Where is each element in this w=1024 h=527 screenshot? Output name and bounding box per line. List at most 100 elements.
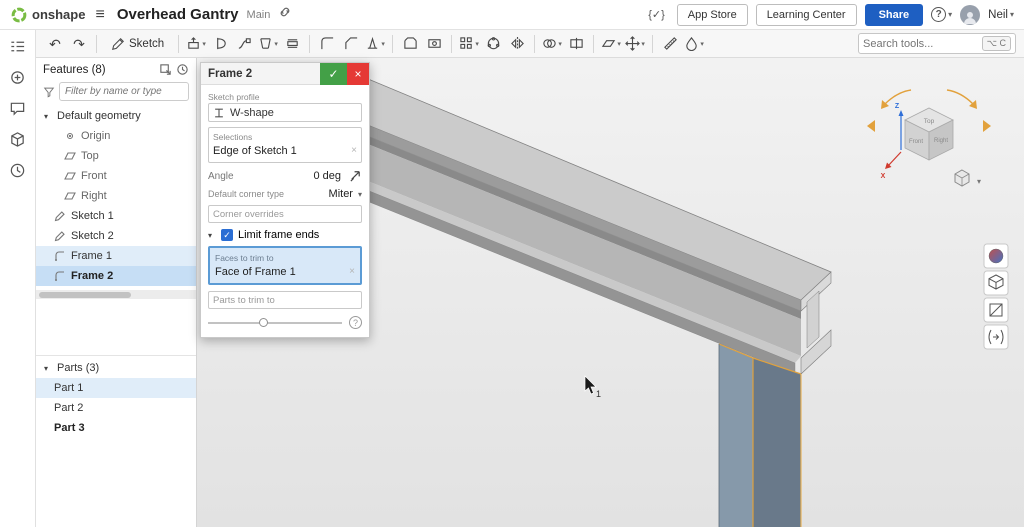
undo-button[interactable]: ↶ [44,33,66,55]
featurescript-icon[interactable]: {✓} [648,8,665,21]
hole-tool-button[interactable] [423,33,445,55]
feature-list-panel-button[interactable] [9,38,26,56]
sketch-icon [54,230,66,242]
limit-frame-ends-checkbox[interactable]: ✓ [221,229,233,241]
appearance-button[interactable] [984,244,1008,268]
main-menu-button[interactable]: ≡ [95,6,104,24]
tree-item-part-3[interactable]: Part 3 [36,418,196,438]
extrude-tool-button[interactable]: ▾ [185,33,207,55]
tree-item-part-1[interactable]: Part 1 [36,378,196,398]
draft-tool-button[interactable]: ▾ [364,33,386,55]
split-tool-button[interactable] [565,33,587,55]
appearance-sphere-icon [989,249,1003,263]
viewcube-right-label[interactable]: Right [934,138,948,144]
chevron-down-icon[interactable]: ▾ [44,112,52,121]
search-tools-input[interactable] [863,38,979,50]
selections-group[interactable]: Selections Edge of Sketch 1 × [208,127,362,163]
transform-tool-button[interactable]: ▾ [624,33,646,55]
chevron-down-icon[interactable]: ▾ [208,231,216,240]
export-cube-button[interactable] [9,131,26,149]
panel-scrollbar-track[interactable] [36,290,196,299]
thicken-tool-button[interactable] [281,33,303,55]
fillet-tool-button[interactable] [316,33,338,55]
frame-icon [54,270,66,282]
sketch-label: Sketch [129,38,164,50]
tree-item-sketch-1[interactable]: Sketch 1 [36,206,196,226]
corner-type-select[interactable]: Miter [329,188,353,200]
opposite-direction-icon[interactable] [349,169,362,183]
parts-to-trim-field[interactable]: Parts to trim to [208,291,362,309]
boolean-tool-button[interactable]: ▾ [541,33,563,55]
tree-item-sketch-2[interactable]: Sketch 2 [36,226,196,246]
corner-overrides-field[interactable]: Corner overrides [208,205,362,223]
tree-item-right-plane[interactable]: Right [36,186,196,206]
search-shortcut-badge: ⌥ C [982,36,1011,51]
faces-to-trim-group[interactable]: Faces to trim to Face of Frame 1 × [208,246,362,285]
onshape-logo[interactable]: onshape [10,6,85,24]
column-frame-2-preview[interactable] [719,344,801,527]
viewcube-top-label[interactable]: Top [924,118,935,125]
user-menu[interactable]: Neil ▾ [988,9,1014,21]
toolbar-divider [178,35,179,53]
help-menu[interactable]: ? ▾ [931,7,952,22]
revolve-tool-button[interactable] [209,33,231,55]
display-states-button[interactable] [984,271,1008,295]
toolbar-divider [652,35,653,53]
share-link-icon[interactable] [278,5,292,24]
tree-item-front-plane[interactable]: Front [36,166,196,186]
profile-field[interactable]: W-shape [208,103,362,122]
panel-options-button[interactable] [159,63,172,77]
limit-frame-ends-label: Limit frame ends [238,229,319,241]
insert-mate-button[interactable] [9,69,26,87]
clear-selection-icon[interactable]: × [349,266,355,277]
confirm-button[interactable]: ✓ [320,63,347,85]
panel-scrollbar-thumb[interactable] [39,292,131,298]
toolbar-divider [392,35,393,53]
cancel-button[interactable]: × [347,63,369,85]
rollback-history-button[interactable] [176,63,189,77]
shell-tool-button[interactable] [399,33,421,55]
tree-item-origin[interactable]: Origin [36,126,196,146]
history-button[interactable] [9,162,26,180]
dialog-header[interactable]: Frame 2 ✓ × [201,63,369,85]
learning-center-button[interactable]: Learning Center [756,4,857,26]
viewcube-front-label[interactable]: Front [909,139,923,145]
tree-item-part-2[interactable]: Part 2 [36,398,196,418]
app-store-button[interactable]: App Store [677,4,748,26]
mirror-tool-button[interactable] [506,33,528,55]
measure-tool-button[interactable] [659,33,681,55]
search-tools-box[interactable]: ⌥ C [858,33,1016,54]
preview-slider[interactable] [208,322,342,324]
share-button[interactable]: Share [865,4,924,26]
appearance-tool-button[interactable]: ▾ [683,33,705,55]
angle-value[interactable]: 0 deg [313,170,341,182]
filter-input[interactable] [59,82,189,101]
loft-tool-button[interactable]: ▾ [257,33,279,55]
tree-item-frame-2[interactable]: Frame 2 [36,266,196,286]
section-view-button[interactable] [984,298,1008,322]
sketch-button[interactable]: Sketch [103,33,172,55]
circular-pattern-tool-button[interactable] [482,33,504,55]
sweep-tool-button[interactable] [233,33,255,55]
tree-item-top-plane[interactable]: Top [36,146,196,166]
comment-button[interactable] [9,100,26,118]
preview-slider-knob[interactable] [259,318,268,327]
toolbar-divider [309,35,310,53]
tree-item-label: Top [81,150,99,162]
chevron-down-icon[interactable]: ▾ [44,364,52,373]
chamfer-tool-button[interactable] [340,33,362,55]
avatar[interactable] [960,5,980,25]
linear-pattern-tool-button[interactable]: ▾ [458,33,480,55]
tree-item-default-geometry[interactable]: ▾ Default geometry [36,106,196,126]
dialog-help-icon[interactable]: ? [349,316,362,329]
tree-item-frame-1[interactable]: Frame 1 [36,246,196,266]
chevron-down-icon[interactable]: ▾ [358,190,362,199]
branch-name[interactable]: Main [247,9,271,21]
isolate-button[interactable] [984,325,1008,349]
clear-selection-icon[interactable]: × [351,145,357,156]
parts-header-row[interactable]: ▾ Parts (3) [36,358,196,378]
plane-tool-button[interactable]: ▾ [600,33,622,55]
features-panel: Features (8) ▾ Default geometry Origin T… [36,58,197,527]
logo-wordmark: onshape [32,7,85,22]
redo-button[interactable]: ↷ [68,33,90,55]
